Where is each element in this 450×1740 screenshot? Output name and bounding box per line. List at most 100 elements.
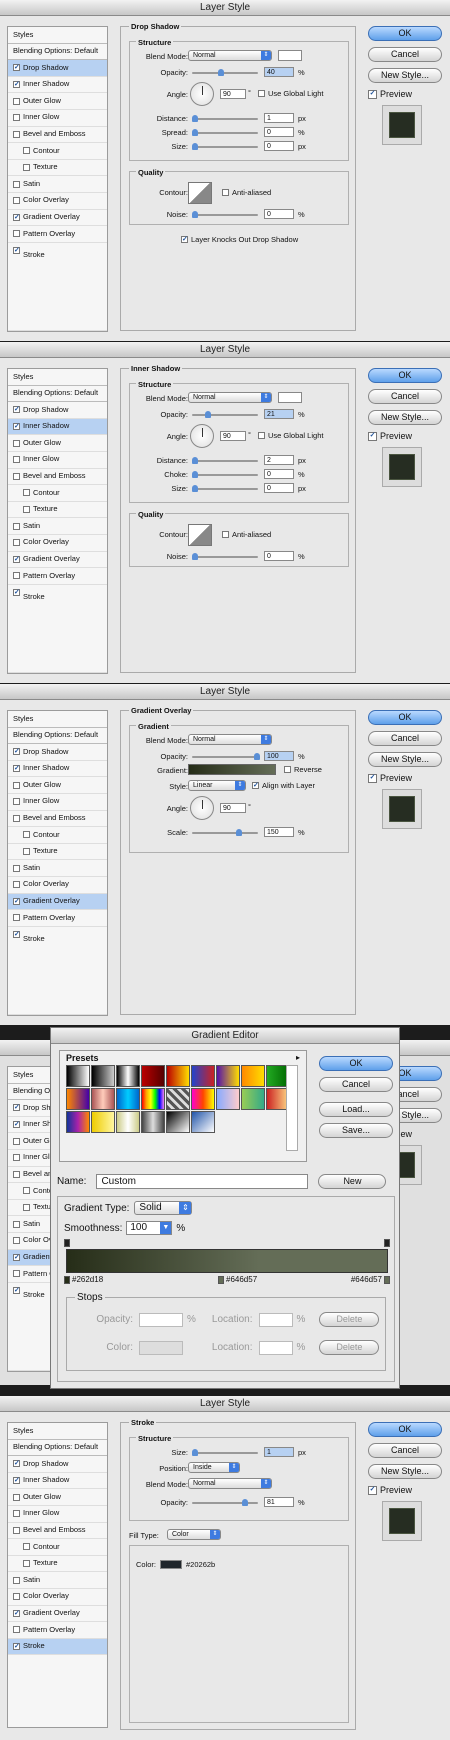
list-item-stroke[interactable]: ✓ Stroke <box>8 1638 107 1656</box>
preset-swatch[interactable] <box>91 1111 115 1133</box>
preview-check[interactable]: ✓Preview <box>368 1485 442 1495</box>
gradient-picker[interactable] <box>188 764 276 775</box>
checkbox[interactable]: ✓ <box>368 773 377 783</box>
checkbox[interactable] <box>23 1543 30 1551</box>
slider-knob[interactable] <box>192 471 198 478</box>
checkbox[interactable]: ✓ <box>13 423 20 431</box>
opacity-stop-icon[interactable] <box>64 1239 70 1247</box>
preset-swatch[interactable] <box>216 1065 240 1087</box>
angle-input[interactable]: 90 <box>220 89 246 99</box>
preset-swatch[interactable] <box>166 1111 190 1133</box>
delete-color-stop-button[interactable]: Delete <box>319 1340 380 1355</box>
checkbox[interactable] <box>13 914 20 922</box>
reverse-check[interactable]: Reverse <box>284 765 322 774</box>
list-item-contour[interactable]: Contour <box>8 827 107 844</box>
distance-input[interactable]: 2 <box>264 455 294 465</box>
distance-input[interactable]: 1 <box>264 113 294 123</box>
checkbox[interactable] <box>23 1204 30 1212</box>
list-item-texture[interactable]: Texture <box>8 1556 107 1573</box>
preset-swatch[interactable] <box>216 1088 240 1110</box>
opacity-slider[interactable] <box>192 411 258 418</box>
checkbox[interactable] <box>13 881 20 889</box>
checkbox[interactable] <box>13 814 20 822</box>
checkbox[interactable]: ✓ <box>13 1460 20 1468</box>
preset-swatch[interactable] <box>91 1088 115 1110</box>
styles-header[interactable]: Styles <box>8 369 107 386</box>
checkbox[interactable] <box>13 1137 20 1145</box>
list-item-color-overlay[interactable]: Color Overlay <box>8 535 107 552</box>
smoothness-input[interactable]: 100 ▼ <box>126 1221 173 1235</box>
list-item-bevel[interactable]: Bevel and Emboss <box>8 127 107 144</box>
list-item-contour[interactable]: Contour <box>8 143 107 160</box>
scale-slider[interactable] <box>192 829 258 836</box>
color-stop-3[interactable]: #646d57 <box>351 1275 390 1284</box>
save-button[interactable]: Save... <box>319 1123 393 1138</box>
list-item-stroke[interactable]: ✓ Stroke <box>8 927 107 1015</box>
anti-aliased-check[interactable]: Anti-aliased <box>222 188 271 197</box>
preview-check[interactable]: ✓Preview <box>368 773 442 783</box>
stop-opacity-input[interactable] <box>139 1312 183 1327</box>
slider-knob[interactable] <box>192 1449 198 1456</box>
checkbox[interactable] <box>13 1626 20 1634</box>
preset-swatch[interactable] <box>141 1111 165 1133</box>
list-item-outer-glow[interactable]: Outer Glow <box>8 435 107 452</box>
checkbox[interactable] <box>13 1170 20 1178</box>
checkbox[interactable] <box>23 147 30 155</box>
noise-slider[interactable] <box>192 553 258 560</box>
checkbox[interactable]: ✓ <box>13 1104 20 1112</box>
checkbox[interactable]: ✓ <box>13 930 20 938</box>
checkbox[interactable]: ✓ <box>13 213 20 221</box>
preset-swatch[interactable] <box>66 1065 90 1087</box>
checkbox[interactable] <box>23 831 30 839</box>
distance-slider[interactable] <box>192 457 258 464</box>
angle-dial[interactable] <box>190 82 214 106</box>
opacity-input[interactable]: 81 <box>264 1497 294 1507</box>
slider-knob[interactable] <box>236 829 242 836</box>
slider-knob[interactable] <box>192 211 198 218</box>
list-item-bevel[interactable]: Bevel and Emboss <box>8 469 107 486</box>
knocks-out-check[interactable]: ✓ Layer Knocks Out Drop Shadow <box>181 235 298 244</box>
checkbox[interactable]: ✓ <box>368 431 377 441</box>
checkbox[interactable] <box>13 1220 20 1228</box>
checkbox[interactable] <box>23 164 30 172</box>
checkbox[interactable] <box>13 572 20 580</box>
list-item-pattern-overlay[interactable]: Pattern Overlay <box>8 910 107 927</box>
size-input[interactable]: 0 <box>264 483 294 493</box>
presets-menu-icon[interactable]: ▸ <box>296 1053 300 1062</box>
blending-options[interactable]: Blending Options: Default <box>8 44 107 61</box>
color-location-input[interactable] <box>258 1340 293 1355</box>
blending-options[interactable]: Blending Options: Default <box>8 386 107 403</box>
slider-knob[interactable] <box>192 457 198 464</box>
new-style-button[interactable]: New Style... <box>368 410 442 425</box>
checkbox[interactable]: ✓ <box>13 765 20 773</box>
list-item-satin[interactable]: Satin <box>8 518 107 535</box>
stroke-color-swatch[interactable] <box>160 1560 183 1569</box>
spread-slider[interactable] <box>192 129 258 136</box>
list-item-gradient-overlay[interactable]: ✓Gradient Overlay <box>8 552 107 569</box>
new-style-button[interactable]: New Style... <box>368 68 442 83</box>
checkbox[interactable]: ✓ <box>368 1485 377 1495</box>
ok-button[interactable]: OK <box>319 1056 393 1071</box>
list-item-color-overlay[interactable]: Color Overlay <box>8 1589 107 1606</box>
cancel-button[interactable]: Cancel <box>319 1077 393 1092</box>
color-stop-icon[interactable] <box>218 1275 224 1284</box>
color-stop-icon[interactable] <box>384 1275 390 1284</box>
checkbox[interactable] <box>23 848 30 856</box>
shadow-color-swatch[interactable] <box>278 50 302 61</box>
list-item-satin[interactable]: Satin <box>8 860 107 877</box>
list-item-inner-glow[interactable]: Inner Glow <box>8 452 107 469</box>
opacity-slider[interactable] <box>192 1499 258 1506</box>
slider-knob[interactable] <box>218 69 224 76</box>
ok-button[interactable]: OK <box>368 710 442 725</box>
list-item-inner-glow[interactable]: Inner Glow <box>8 1506 107 1523</box>
checkbox[interactable]: ✓ <box>13 555 20 563</box>
preset-swatch[interactable] <box>141 1065 165 1087</box>
opacity-input[interactable]: 21 <box>264 409 294 419</box>
distance-slider[interactable] <box>192 115 258 122</box>
new-button[interactable]: New <box>318 1174 387 1189</box>
cancel-button[interactable]: Cancel <box>368 731 442 746</box>
list-item-inner-glow[interactable]: Inner Glow <box>8 794 107 811</box>
checkbox[interactable]: ✓ <box>13 1253 20 1261</box>
list-item-inner-shadow[interactable]: ✓ Inner Shadow <box>8 1473 107 1490</box>
checkbox[interactable]: ✓ <box>13 1643 20 1651</box>
